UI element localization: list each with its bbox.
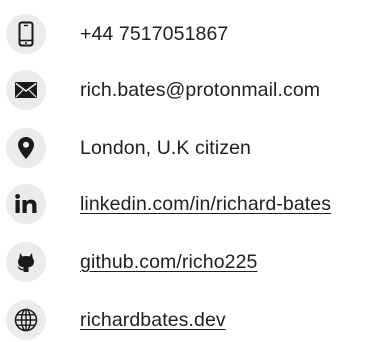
contact-row-github[interactable]: github.com/richo225 — [6, 242, 258, 282]
contact-list: +44 7517051867 rich.bates@protonmail.com… — [0, 0, 389, 342]
contact-row-email: rich.bates@protonmail.com — [6, 70, 320, 110]
mail-icon — [6, 70, 46, 110]
globe-icon — [6, 300, 46, 340]
contact-row-website[interactable]: richardbates.dev — [6, 300, 226, 340]
github-icon — [6, 242, 46, 282]
contact-row-phone: +44 7517051867 — [6, 14, 228, 54]
github-link[interactable]: github.com/richo225 — [80, 251, 258, 274]
website-link[interactable]: richardbates.dev — [80, 309, 226, 332]
phone-icon — [6, 14, 46, 54]
phone-number: +44 7517051867 — [80, 22, 229, 45]
linkedin-icon — [6, 184, 46, 224]
location-pin-icon — [6, 128, 46, 168]
location-text: London, U.K citizen — [80, 136, 252, 159]
contact-row-location: London, U.K citizen — [6, 128, 251, 168]
email-address: rich.bates@protonmail.com — [80, 78, 321, 101]
contact-row-linkedin[interactable]: linkedin.com/in/richard-bates — [6, 184, 331, 224]
linkedin-link[interactable]: linkedin.com/in/richard-bates — [80, 193, 331, 216]
